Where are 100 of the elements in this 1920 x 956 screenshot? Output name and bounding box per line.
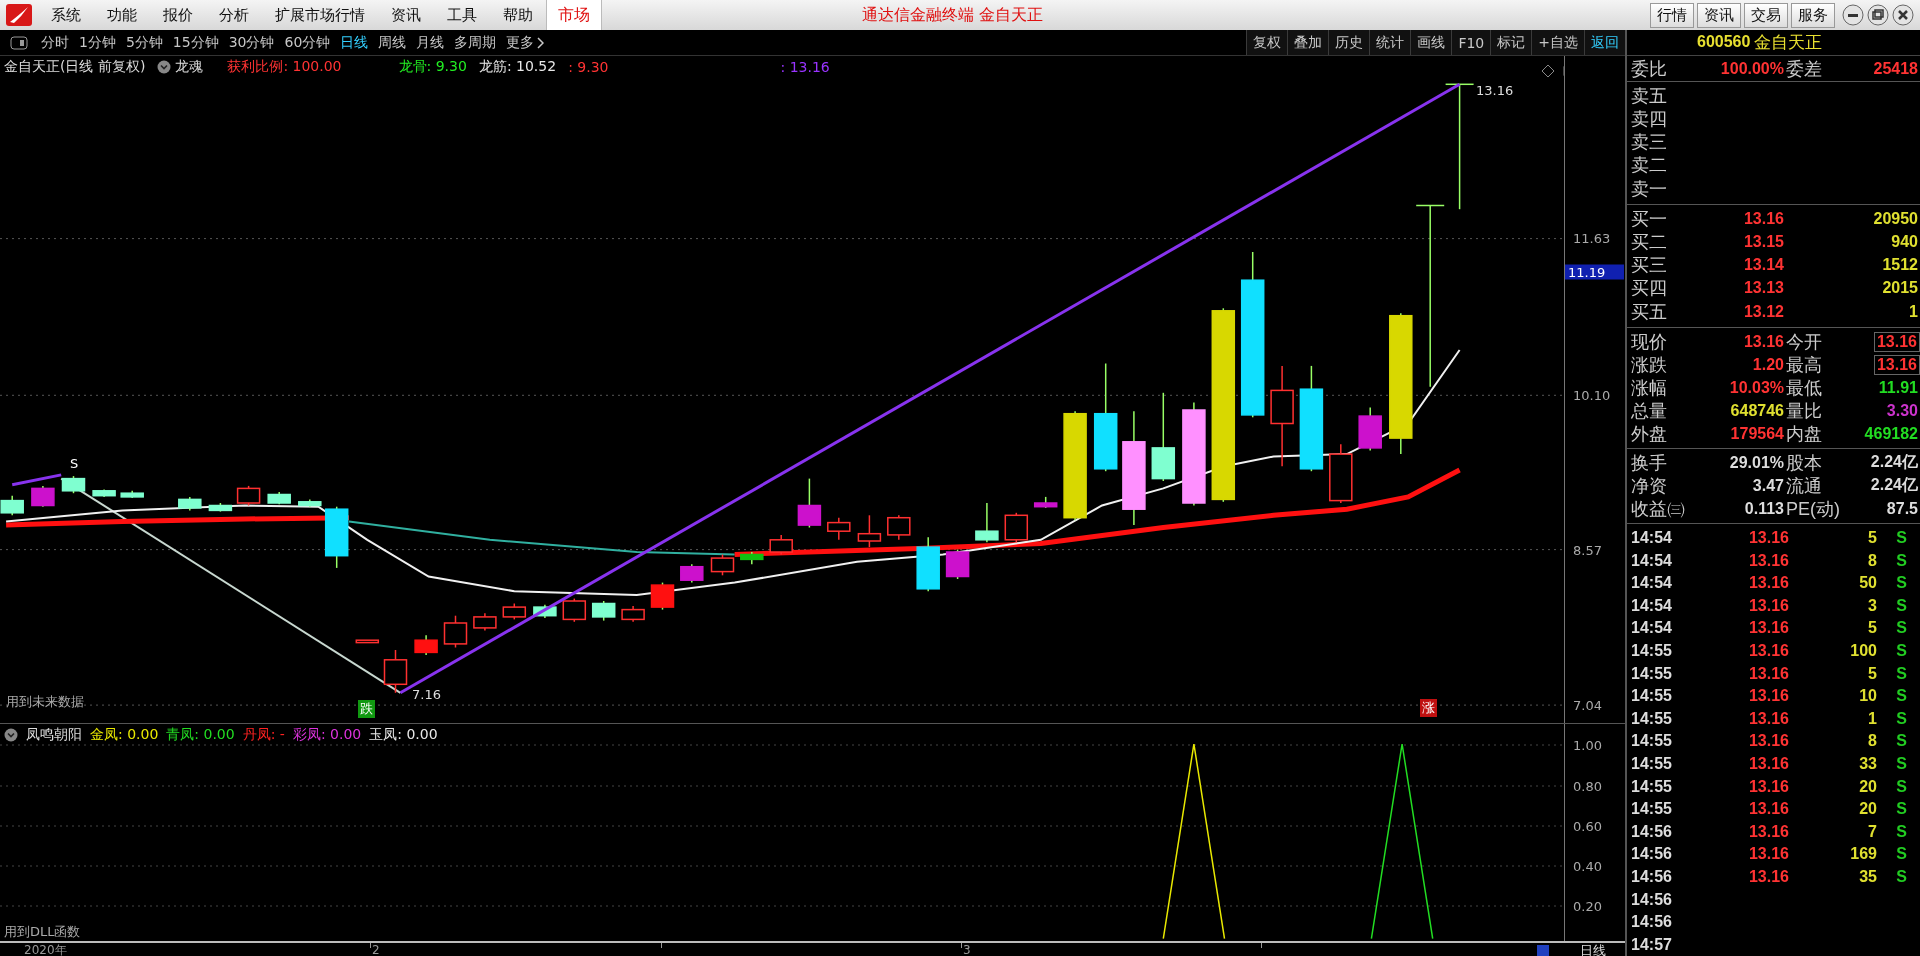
tick-volume: 35	[1859, 867, 1877, 886]
tick-side: S	[1896, 529, 1907, 547]
field-label: 委比	[1631, 57, 1668, 81]
tick-time: 14:56	[1631, 867, 1673, 886]
tick-time: 14:55	[1631, 800, 1673, 819]
more-button[interactable]: 更多	[501, 33, 550, 52]
field-label: 涨幅	[1631, 376, 1668, 400]
field-label: PE(动)	[1786, 497, 1841, 521]
tick-time: 14:54	[1631, 596, 1673, 615]
period-tab[interactable]: 1分钟	[74, 33, 121, 52]
period-tab[interactable]: 60分钟	[279, 33, 336, 52]
panel-toggle-icon[interactable]	[10, 35, 28, 50]
tick-time: 14:56	[1631, 913, 1673, 932]
candlestick	[591, 600, 616, 622]
candlestick	[945, 548, 970, 580]
app-logo-icon	[4, 2, 34, 28]
tool-button[interactable]: 标记	[1490, 30, 1532, 55]
tick-time: 14:55	[1631, 777, 1673, 796]
menu-item[interactable]: 分析	[206, 5, 262, 25]
tick-time: 14:54	[1631, 574, 1673, 593]
toolbar-button[interactable]: 行情	[1650, 2, 1694, 28]
tick-side: S	[1896, 687, 1907, 706]
menu-item[interactable]: 帮助	[490, 5, 546, 25]
candlestick	[31, 485, 55, 508]
dropdown-icon[interactable]	[157, 60, 172, 74]
period-tab[interactable]: 15分钟	[167, 33, 224, 52]
period-tab[interactable]: 分时	[36, 33, 74, 52]
field-label: 买一	[1631, 207, 1668, 231]
axis-label: 11.63	[1573, 230, 1611, 246]
tick-volume: 100	[1850, 642, 1877, 660]
tool-button[interactable]: 统计	[1369, 30, 1411, 55]
tool-button[interactable]: +自选	[1531, 30, 1584, 55]
tick-volume: 5	[1868, 664, 1877, 683]
dropdown-icon[interactable]	[4, 728, 18, 742]
period-tab[interactable]: 30分钟	[223, 33, 280, 52]
axis-label: 3	[963, 943, 971, 956]
diamond-icon[interactable]	[1541, 64, 1555, 78]
field-label: 卖一	[1631, 177, 1668, 201]
menu-item[interactable]: 工具	[434, 5, 490, 25]
tick-price: 13.16	[1748, 574, 1789, 593]
tick-side: S	[1896, 867, 1907, 886]
toolbar-button[interactable]: 资讯	[1697, 2, 1741, 28]
tool-button[interactable]: 画线	[1410, 30, 1452, 55]
field-value: 1.20	[1751, 355, 1785, 374]
signal-badge: 跌	[358, 700, 375, 718]
back-button[interactable]: 返回	[1584, 30, 1625, 55]
period-tab[interactable]: 5分钟	[120, 33, 168, 52]
field-value: 11.91	[1877, 378, 1919, 397]
field-value: 2.24亿	[1869, 475, 1919, 496]
tick-side: S	[1896, 642, 1907, 660]
candlestick	[975, 502, 999, 543]
candlestick	[769, 534, 793, 556]
axis-label: 2020年	[24, 943, 67, 956]
tick-time: 14:57	[1631, 935, 1673, 954]
field-value: 10.03%	[1728, 378, 1785, 397]
tick-time: 14:55	[1631, 709, 1673, 728]
field-label: 卖三	[1631, 131, 1668, 155]
field-label: 买二	[1631, 230, 1668, 254]
stock-code: 600560	[1697, 33, 1751, 52]
tick-volume: 33	[1859, 754, 1877, 773]
axis-label: 0.20	[1573, 898, 1602, 914]
menu-item[interactable]: 功能	[94, 5, 150, 25]
period-tab[interactable]: 日线	[335, 33, 374, 52]
indicator-value: 金凤: 0.00	[90, 726, 159, 744]
tool-button[interactable]: 复权	[1246, 30, 1288, 55]
field-value: 29.01%	[1728, 453, 1785, 472]
menu-item[interactable]: 资讯	[378, 5, 434, 25]
axis-label: 8.57	[1573, 542, 1602, 558]
scroll-thumb[interactable]	[1537, 945, 1549, 956]
period-tab[interactable]: 多周期	[449, 33, 502, 52]
field-label: 外盘	[1631, 422, 1668, 446]
tick-volume: 3	[1868, 596, 1877, 615]
menu-item[interactable]: 报价	[150, 5, 206, 25]
restore-icon[interactable]	[1867, 4, 1889, 26]
tick-side: S	[1896, 596, 1907, 615]
market-tab[interactable]: 市场	[546, 0, 602, 30]
period-tab[interactable]: 月线	[411, 33, 450, 52]
stock-name: 金自天正	[1754, 31, 1823, 54]
indicator-name: 龙魂	[175, 58, 204, 76]
axis-label: 7.04	[1573, 697, 1602, 713]
candlestick	[1358, 406, 1382, 452]
close-icon[interactable]	[1892, 4, 1914, 26]
period-tab[interactable]: 周线	[373, 33, 412, 52]
toolbar-button[interactable]: 交易	[1744, 2, 1788, 28]
axis-label: 0.60	[1573, 818, 1602, 834]
minimize-icon[interactable]	[1842, 4, 1864, 26]
tool-button[interactable]: 叠加	[1287, 30, 1329, 55]
field-label: 量比	[1786, 399, 1823, 423]
bid-volume: 2015	[1881, 279, 1919, 298]
indicator-value: 青凤: 0.00	[166, 726, 235, 744]
toolbar-button[interactable]: 服务	[1791, 2, 1835, 28]
menu-item[interactable]: 扩展市场行情	[262, 5, 378, 25]
indicator-value: : 9.30	[568, 59, 609, 75]
field-label: 涨跌	[1631, 353, 1668, 377]
field-value: 25418	[1872, 59, 1919, 78]
tool-button[interactable]: 历史	[1328, 30, 1370, 55]
tool-button[interactable]: F10	[1451, 30, 1491, 55]
tick-side: S	[1896, 777, 1907, 796]
menu-item[interactable]: 系统	[38, 5, 94, 25]
tick-side: S	[1896, 619, 1907, 638]
